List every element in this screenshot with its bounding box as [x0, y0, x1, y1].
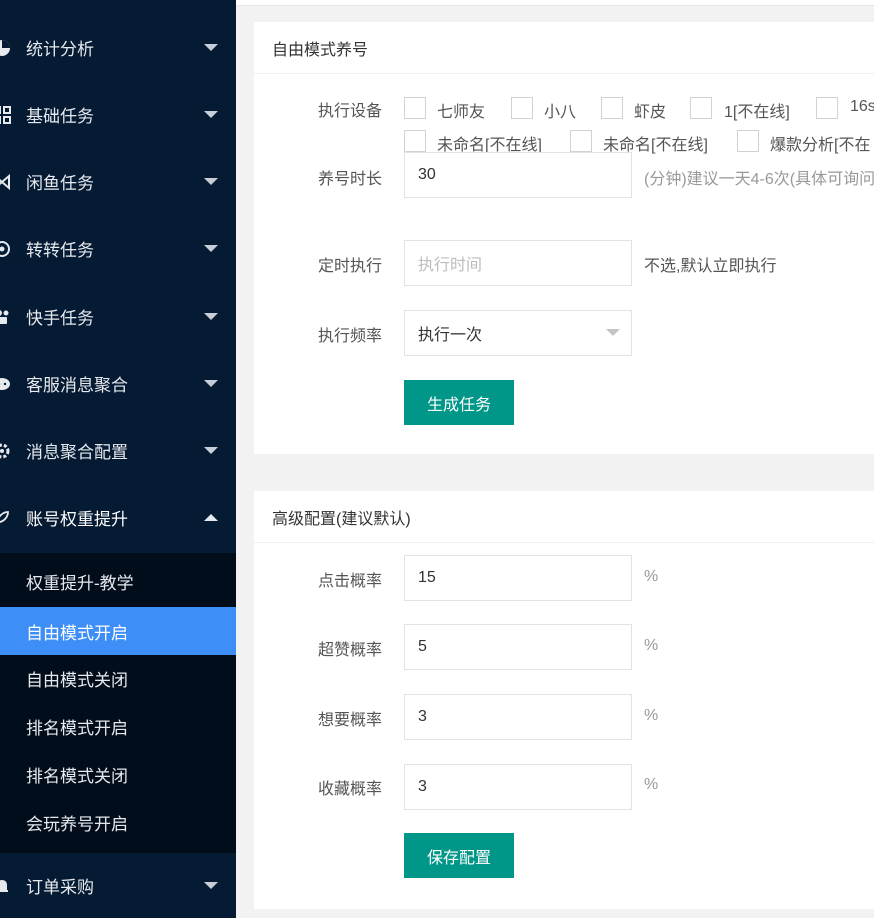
schedule-label: 定时执行 — [318, 258, 383, 275]
sidebar-item-label: 账号权重提升 — [26, 510, 128, 529]
rocket-icon — [0, 509, 11, 527]
sidebar-item-label: 转转任务 — [26, 241, 94, 260]
sidebar-item-label: 客服消息聚合 — [26, 376, 128, 395]
sidebar-item-label: 订单采购 — [26, 878, 94, 897]
device-checkbox[interactable] — [404, 97, 426, 119]
grid-icon — [0, 105, 11, 124]
sidebar-item-account-weight[interactable]: 账号权重提升 — [0, 484, 236, 551]
duration-input[interactable]: 30 — [404, 152, 632, 198]
sidebar-item-msg-config[interactable]: 消息聚合配置 — [0, 417, 236, 484]
device-checkbox[interactable] — [816, 97, 838, 119]
submenu-item-play-nurture-on[interactable]: 会玩养号开启 — [0, 798, 236, 846]
chevron-down-icon — [204, 111, 218, 118]
device-checkbox[interactable] — [737, 130, 759, 152]
panel-title: 高级配置(建议默认) — [254, 491, 874, 543]
generate-task-button[interactable]: 生成任务 — [404, 380, 514, 425]
submenu-item-free-mode-on[interactable]: 自由模式开启 — [0, 607, 236, 655]
click-rate-input[interactable]: 15 — [404, 555, 632, 601]
device-checkbox[interactable] — [690, 97, 712, 119]
sidebar-item-label: 快手任务 — [26, 309, 94, 328]
pie-chart-icon — [0, 39, 11, 57]
device-checkbox-label: 16s — [850, 98, 874, 115]
submenu-item-rank-mode-on[interactable]: 排名模式开启 — [0, 702, 236, 750]
sidebar-item-label: 统计分析 — [26, 40, 94, 59]
sidebar-item-stats[interactable]: 统计分析 — [0, 14, 236, 81]
duration-hint: (分钟)建议一天4-6次(具体可询问 — [644, 171, 874, 188]
device-checkbox[interactable] — [511, 97, 533, 119]
device-checkbox-label: 爆款分析[不在 — [770, 137, 871, 154]
device-label: 执行设备 — [318, 103, 383, 120]
schedule-hint: 不选,默认立即执行 — [644, 258, 777, 275]
click-rate-label: 点击概率 — [318, 573, 383, 590]
panel-title: 自由模式养号 — [254, 22, 874, 74]
favorite-rate-label: 收藏概率 — [318, 781, 383, 798]
device-checkbox[interactable] — [570, 130, 592, 152]
chevron-down-icon — [204, 178, 218, 185]
device-checkbox-label: 小八 — [544, 104, 577, 121]
free-mode-panel: 自由模式养号 — [254, 22, 874, 454]
sidebar-item-label: 基础任务 — [26, 107, 94, 126]
percent-unit: % — [644, 568, 659, 585]
top-bar — [236, 0, 874, 6]
percent-unit: % — [644, 776, 659, 793]
save-config-button[interactable]: 保存配置 — [404, 833, 514, 878]
device-checkbox-label: 虾皮 — [634, 104, 667, 121]
chat-icon — [0, 375, 11, 393]
percent-unit: % — [644, 637, 659, 654]
chevron-down-icon — [204, 313, 218, 320]
want-rate-label: 想要概率 — [318, 712, 383, 729]
want-rate-input[interactable]: 3 — [404, 694, 632, 740]
schedule-time-input[interactable]: 执行时间 — [404, 240, 632, 286]
sidebar-item-label: 闲鱼任务 — [26, 174, 94, 193]
device-checkbox-label: 1[不在线] — [724, 104, 790, 121]
like-rate-input[interactable]: 5 — [404, 624, 632, 670]
sidebar: 统计分析 基础任务 闲鱼任务 转转任务 快手任务 客服消息聚合 消息聚合配置 账… — [0, 0, 236, 918]
device-checkbox-label: 七师友 — [437, 104, 486, 121]
sidebar-item-order-purchase[interactable]: 订单采购 — [0, 852, 236, 918]
chevron-down-icon — [204, 245, 218, 252]
sidebar-item-basic-tasks[interactable]: 基础任务 — [0, 81, 236, 148]
chevron-down-icon — [204, 447, 218, 454]
refresh-icon — [0, 240, 11, 258]
submenu-item-rank-mode-off[interactable]: 排名模式关闭 — [0, 750, 236, 798]
chevron-up-icon — [204, 514, 218, 521]
submenu-item-free-mode-off[interactable]: 自由模式关闭 — [0, 654, 236, 702]
sidebar-item-zhuanzhuan-tasks[interactable]: 转转任务 — [0, 215, 236, 282]
sidebar-item-kuaishou-tasks[interactable]: 快手任务 — [0, 283, 236, 350]
settings-icon — [0, 442, 11, 460]
chevron-down-icon — [204, 882, 218, 889]
frequency-label: 执行频率 — [318, 328, 383, 345]
percent-unit: % — [644, 707, 659, 724]
sidebar-item-xianyu-tasks[interactable]: 闲鱼任务 — [0, 148, 236, 215]
camera-icon — [0, 308, 11, 326]
sidebar-item-label: 消息聚合配置 — [26, 443, 128, 462]
device-checkbox[interactable] — [404, 130, 426, 152]
device-checkbox[interactable] — [601, 97, 623, 119]
fish-icon — [0, 173, 11, 191]
frequency-select[interactable]: 执行一次 — [404, 310, 632, 356]
submenu-account-weight: 权重提升-教学 自由模式开启 自由模式关闭 排名模式开启 排名模式关闭 会玩养号… — [0, 553, 236, 853]
duration-label: 养号时长 — [318, 171, 383, 188]
chevron-down-icon — [204, 380, 218, 387]
submenu-item-tutorial[interactable]: 权重提升-教学 — [0, 557, 236, 605]
chevron-down-icon — [606, 329, 620, 336]
favorite-rate-input[interactable]: 3 — [404, 764, 632, 810]
like-rate-label: 超赞概率 — [318, 642, 383, 659]
bell-icon — [0, 877, 11, 895]
sidebar-item-cs-messages[interactable]: 客服消息聚合 — [0, 350, 236, 417]
chevron-down-icon — [204, 44, 218, 51]
